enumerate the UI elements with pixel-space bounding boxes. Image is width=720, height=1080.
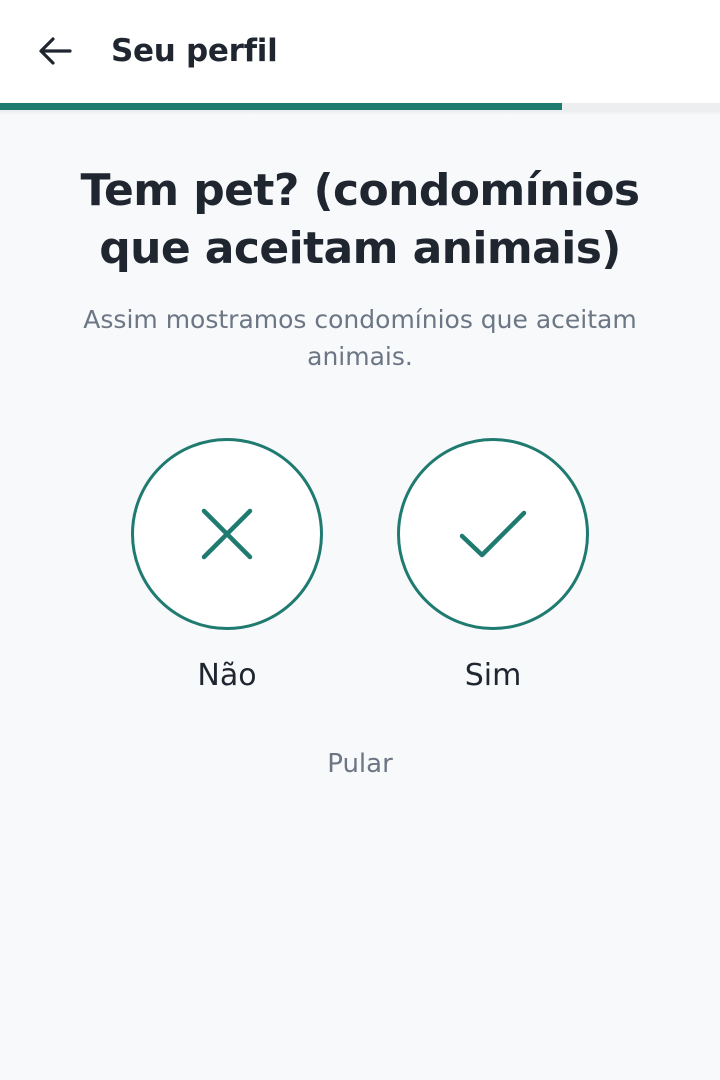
question-subtitle: Assim mostramos condomínios que aceitam …	[83, 305, 637, 371]
option-no-button[interactable]: Não	[131, 438, 323, 694]
arrow-left-icon	[39, 37, 72, 65]
page-title: Seu perfil	[111, 33, 278, 69]
option-no-circle[interactable]	[131, 438, 323, 630]
option-yes-circle[interactable]	[397, 438, 589, 630]
skip-button[interactable]: Pular	[260, 746, 460, 782]
back-button[interactable]	[30, 26, 80, 76]
close-icon	[201, 508, 253, 560]
profile-pet-question-screen: Seu perfil Tem pet? (condomínios que ace…	[0, 0, 720, 1080]
option-yes-label: Sim	[464, 658, 522, 693]
app-header: Seu perfil	[0, 0, 720, 103]
question-title: Tem pet? (condomínios que aceitam animai…	[80, 165, 640, 274]
option-yes-button[interactable]: Sim	[397, 438, 589, 694]
check-icon	[459, 510, 527, 558]
progress-bar	[0, 103, 720, 110]
option-no-label: Não	[197, 658, 257, 693]
header-shadow	[0, 110, 720, 115]
progress-bar-fill	[0, 103, 562, 110]
